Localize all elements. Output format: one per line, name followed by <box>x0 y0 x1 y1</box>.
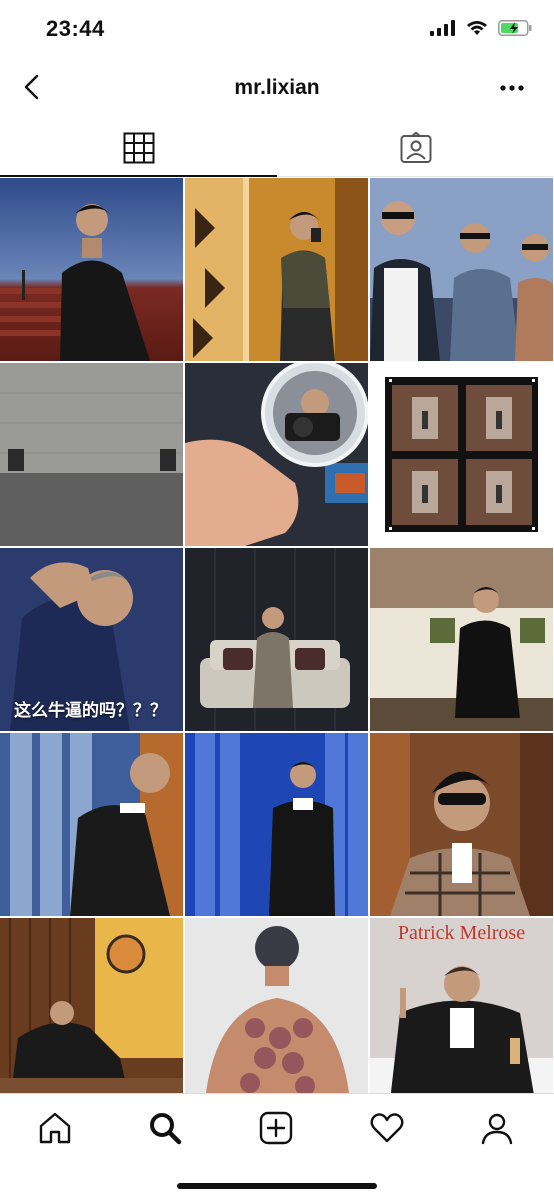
status-icons <box>430 20 532 36</box>
tagged-person-icon <box>400 132 431 163</box>
post-overlay-title: Patrick Melrose <box>397 922 526 944</box>
heart-icon <box>370 1113 404 1143</box>
grid-post[interactable] <box>185 918 368 1093</box>
grid-post[interactable]: Patrick Melrose <box>370 918 553 1093</box>
photo-grid: 这么牛逼的吗？？？ Patrick Melrose <box>0 178 554 1093</box>
grid-post[interactable] <box>185 178 368 361</box>
profile-username: mr.lixian <box>234 76 320 99</box>
grid-post[interactable] <box>0 918 183 1093</box>
profile-header: mr.lixian <box>0 60 554 118</box>
activity-tab[interactable] <box>367 1108 407 1148</box>
search-tab[interactable] <box>145 1108 185 1148</box>
battery-icon <box>498 20 532 36</box>
plus-square-icon <box>259 1111 293 1145</box>
grid-post[interactable] <box>370 363 553 546</box>
grid-post[interactable] <box>185 733 368 916</box>
grid-post[interactable] <box>0 363 183 546</box>
grid-post[interactable] <box>370 548 553 731</box>
active-tab-indicator <box>0 175 277 177</box>
grid-post[interactable] <box>370 733 553 916</box>
grid-post[interactable]: 这么牛逼的吗？？？ <box>0 548 183 731</box>
home-icon <box>39 1112 71 1144</box>
search-icon <box>150 1113 182 1145</box>
home-indicator <box>177 1183 377 1189</box>
status-bar: 23:44 <box>0 0 554 60</box>
status-time: 23:44 <box>46 16 105 41</box>
more-dots-icon[interactable] <box>498 78 526 98</box>
grid-post[interactable] <box>0 178 183 361</box>
grid-post[interactable] <box>370 178 553 361</box>
tab-grid[interactable] <box>0 120 277 177</box>
tab-tagged[interactable] <box>277 120 554 176</box>
grid-post[interactable] <box>185 363 368 546</box>
grid-post[interactable] <box>0 733 183 916</box>
home-tab[interactable] <box>35 1108 75 1148</box>
profile-icon <box>481 1113 513 1145</box>
profile-tabs <box>0 120 554 177</box>
grid-post[interactable] <box>185 548 368 731</box>
grid-icon <box>123 132 154 164</box>
new-post-tab[interactable] <box>256 1108 296 1148</box>
signal-icon <box>430 20 455 36</box>
wifi-icon <box>467 21 487 35</box>
post-caption-text: 这么牛逼的吗？？？ <box>14 701 167 720</box>
profile-tab[interactable] <box>477 1108 517 1148</box>
